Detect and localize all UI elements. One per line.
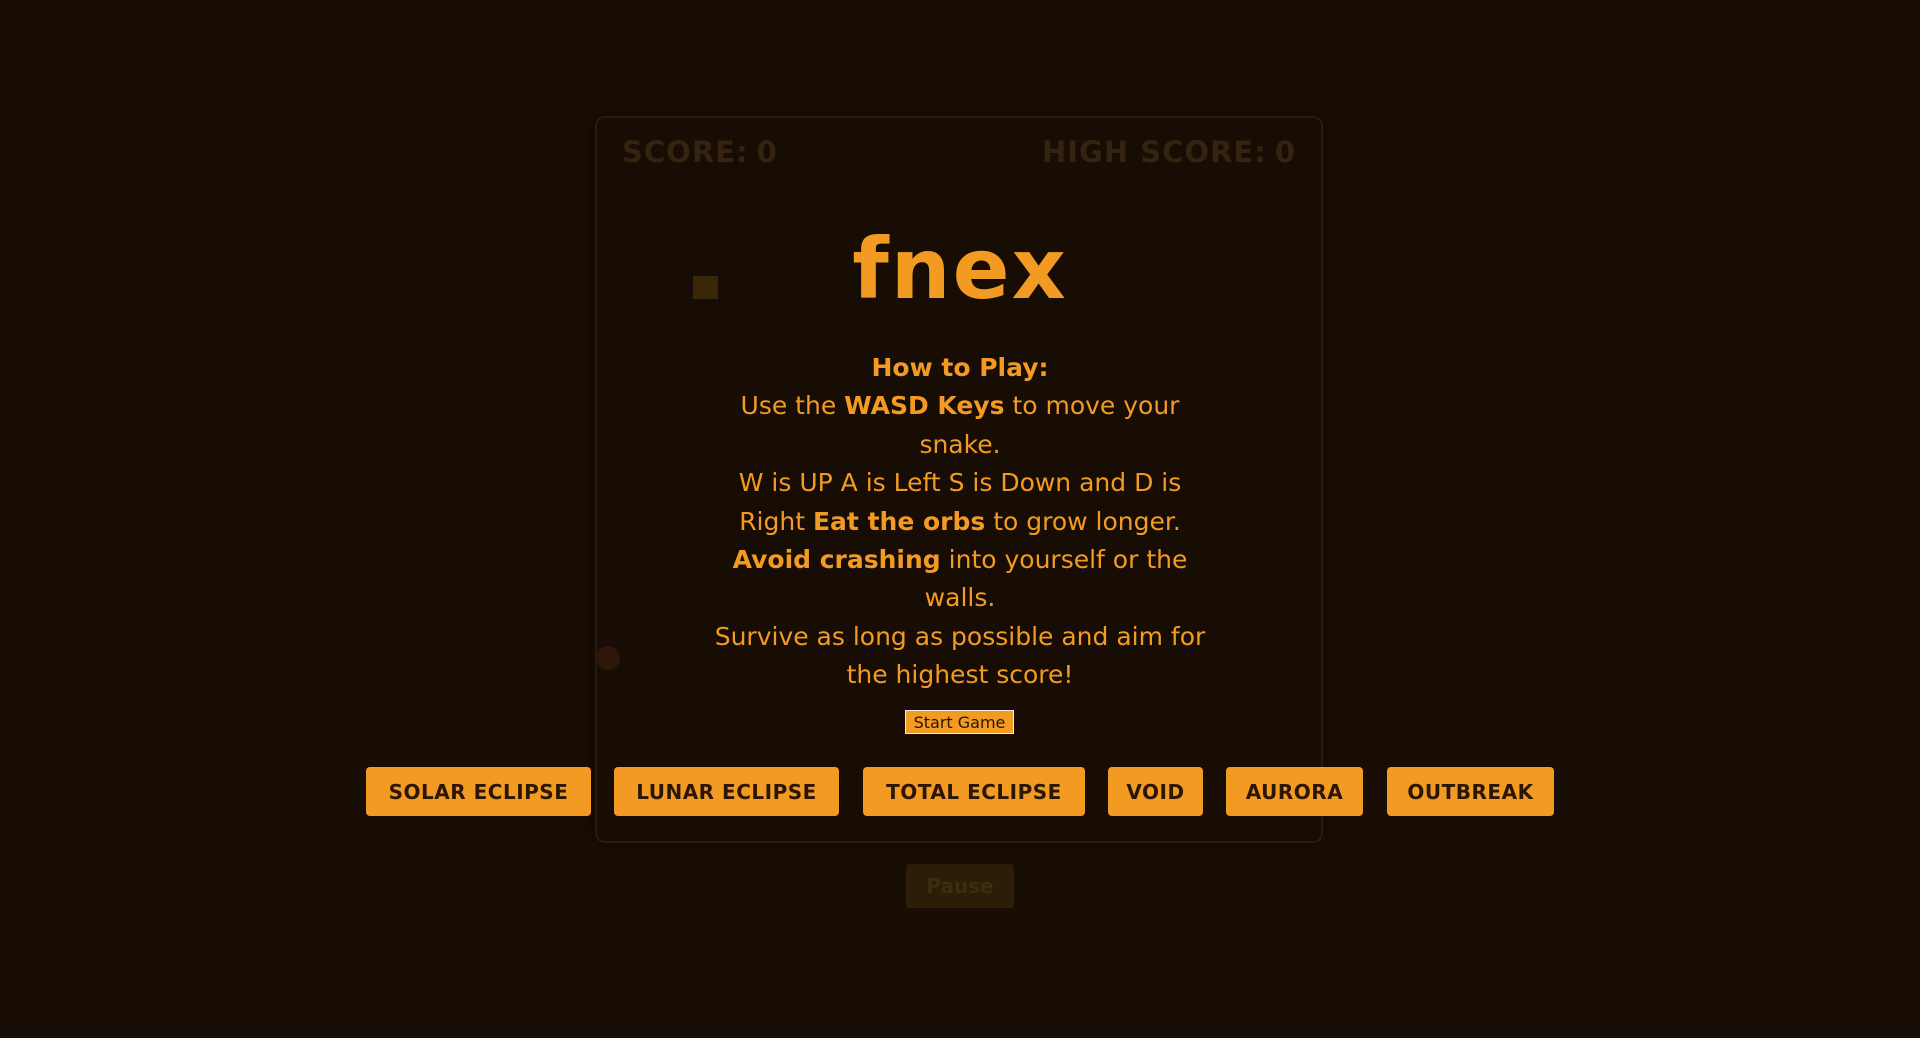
high-score-label: HIGH SCORE: xyxy=(1042,135,1267,169)
instruction-goal: Survive as long as possible and aim for … xyxy=(714,621,1206,690)
theme-total-eclipse-button[interactable]: TOTAL ECLIPSE xyxy=(863,767,1085,816)
score-display: SCORE: 0 xyxy=(622,135,778,169)
instruction-avoid: Avoid crashing into yourself or the wall… xyxy=(710,541,1210,618)
food-orb xyxy=(596,646,620,670)
theme-outbreak-button[interactable]: OUTBREAK xyxy=(1387,767,1554,816)
instruction-movement: Use the WASD Keys to move your snake. xyxy=(710,387,1210,464)
instruction-keys: W is UP A is Left S is Down and D is Rig… xyxy=(710,464,1210,541)
instruction-emphasis: WASD Keys xyxy=(844,391,1005,421)
instruction-emphasis: Eat the orbs xyxy=(812,506,986,536)
how-to-play: How to Play: Use the WASD Keys to move y… xyxy=(710,349,1210,695)
high-score-display: HIGH SCORE: 0 xyxy=(1042,135,1296,169)
instruction-text: to grow longer. xyxy=(985,506,1181,536)
high-score-value: 0 xyxy=(1274,135,1296,169)
instruction-emphasis: Avoid crashing xyxy=(732,545,941,575)
theme-solar-eclipse-button[interactable]: SOLAR ECLIPSE xyxy=(366,767,591,816)
game-screen: SCORE: 0 HIGH SCORE: 0 fnex How to Play: U… xyxy=(0,0,1920,1038)
score-value: 0 xyxy=(756,135,778,169)
instruction-text: into yourself or the walls. xyxy=(924,545,1188,613)
how-to-play-heading: How to Play: xyxy=(871,353,1049,382)
start-game-button[interactable]: Start Game xyxy=(905,710,1014,734)
pause-button[interactable]: Pause xyxy=(906,864,1014,908)
theme-selector: SOLAR ECLIPSE LUNAR ECLIPSE TOTAL ECLIPS… xyxy=(0,767,1920,816)
score-label: SCORE: xyxy=(622,135,749,169)
theme-aurora-button[interactable]: AURORA xyxy=(1226,767,1363,816)
game-title: fnex xyxy=(852,220,1068,318)
theme-void-button[interactable]: VOID xyxy=(1108,767,1203,816)
instruction-text: Use the xyxy=(740,391,845,421)
theme-lunar-eclipse-button[interactable]: LUNAR ECLIPSE xyxy=(614,767,839,816)
